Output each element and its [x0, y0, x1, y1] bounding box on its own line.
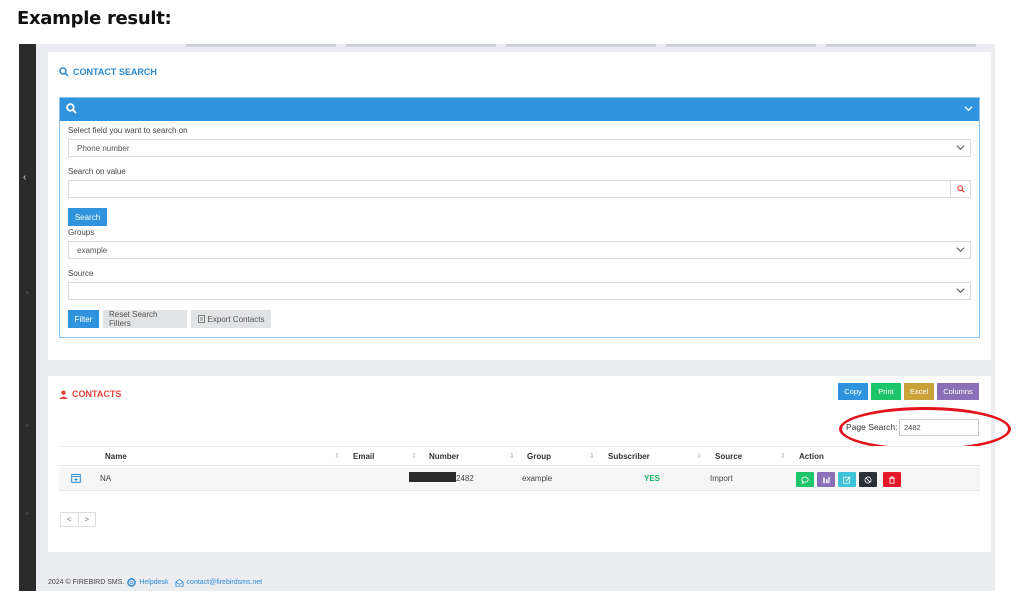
chevron-down-icon [956, 247, 965, 253]
column-header-subscriber[interactable]: Subscriber [608, 452, 650, 461]
search-icon [66, 103, 77, 114]
sort-icon[interactable]: ⇕ [696, 452, 702, 460]
search-button[interactable]: Search [68, 208, 107, 226]
chevron-down-icon [956, 145, 965, 151]
copy-button[interactable]: Copy [838, 383, 868, 400]
source-label: Source [68, 269, 94, 278]
sidebar-dot [26, 424, 29, 427]
pagination-prev[interactable]: < [61, 513, 79, 526]
columns-button[interactable]: Columns [937, 383, 979, 400]
cell-source: Import [710, 474, 733, 483]
sort-icon[interactable]: ⇕ [411, 452, 417, 460]
footer-copyright: 2024 © FIREBIRD SMS. [48, 579, 125, 586]
column-header-number[interactable]: Number [429, 452, 459, 461]
chevron-down-icon [956, 288, 965, 294]
print-button[interactable]: Print [871, 383, 901, 400]
example-heading: Example result: [17, 8, 172, 29]
edit-button[interactable] [838, 472, 856, 487]
sidebar-dot [26, 512, 29, 515]
sort-icon[interactable]: ⇕ [780, 452, 786, 460]
search-value-label: Search on value [68, 167, 126, 176]
column-header-source[interactable]: Source [715, 452, 742, 461]
top-tabs-strip [36, 44, 991, 48]
cell-name: NA [100, 474, 112, 483]
pagination: < > [60, 512, 96, 527]
block-button[interactable] [859, 472, 877, 487]
contacts-table-header: Name ⇕ Email ⇕ Number ⇕ Group ⇕ Subscrib… [59, 446, 980, 466]
groups-label: Groups [68, 228, 95, 237]
stats-button[interactable] [817, 472, 835, 487]
sort-icon[interactable]: ⇕ [589, 452, 595, 460]
chevron-down-icon[interactable] [964, 104, 973, 113]
send-message-button[interactable] [796, 472, 814, 487]
pagination-next[interactable]: > [79, 513, 96, 526]
column-header-group[interactable]: Group [527, 452, 551, 461]
cell-group: example [522, 474, 553, 483]
column-header-email[interactable]: Email [353, 452, 374, 461]
search-field-select[interactable]: Phone number [68, 139, 971, 157]
calendar-plus-icon[interactable] [71, 473, 81, 483]
search-icon [59, 67, 69, 77]
edit-icon [843, 475, 851, 484]
footer: 2024 © FIREBIRD SMS. Helpdesk contact@fi… [48, 578, 262, 587]
search-icon [956, 185, 965, 193]
filter-button[interactable]: Filter [68, 310, 99, 328]
user-icon [59, 390, 68, 399]
left-sidebar-strip[interactable]: ‹ [19, 44, 36, 591]
chevron-left-icon[interactable]: ‹ [23, 172, 26, 183]
search-submit-icon-button[interactable] [950, 181, 970, 197]
delete-button[interactable] [883, 472, 901, 487]
export-contacts-button[interactable]: Export Contacts [191, 310, 271, 328]
column-header-name[interactable]: Name [105, 452, 127, 461]
trash-icon [889, 475, 895, 484]
helpdesk-link[interactable]: Helpdesk [139, 579, 168, 586]
file-export-icon [197, 315, 205, 323]
groups-value: example [77, 246, 108, 255]
chat-bubble-icon [801, 476, 809, 484]
sort-icon[interactable]: ⇕ [334, 452, 340, 460]
redacted-number-block [409, 472, 456, 482]
envelope-open-icon [175, 578, 184, 587]
screenshot: Example result: ‹ CONTACT SEARCH Select … [0, 0, 1026, 612]
sort-icon[interactable]: ⇕ [509, 452, 515, 460]
cell-subscriber: YES [644, 474, 661, 483]
lifebuoy-icon [127, 578, 137, 587]
source-select[interactable] [68, 282, 971, 300]
search-panel: Select field you want to search on Phone… [59, 97, 980, 338]
cell-number: 2482 [456, 474, 474, 483]
contact-email-link[interactable]: contact@firebirdsms.net [187, 579, 263, 586]
contacts-title: CONTACTS [59, 389, 121, 399]
search-field-label: Select field you want to search on [68, 126, 188, 135]
search-field-value: Phone number [77, 144, 130, 153]
column-header-action: Action [799, 452, 824, 461]
sidebar-dot [26, 291, 29, 294]
search-value-input[interactable] [68, 180, 971, 198]
search-panel-header[interactable] [60, 98, 979, 121]
contact-search-title: CONTACT SEARCH [59, 67, 157, 77]
block-icon [864, 476, 872, 483]
highlight-ellipse [839, 407, 1011, 451]
excel-button[interactable]: Excel [904, 383, 934, 400]
table-row: NA 2482 example YES Import [59, 467, 980, 491]
bar-sort-icon [823, 476, 830, 483]
reset-search-filters-button[interactable]: Reset Search Filters [103, 310, 187, 328]
groups-select[interactable]: example [68, 241, 971, 259]
